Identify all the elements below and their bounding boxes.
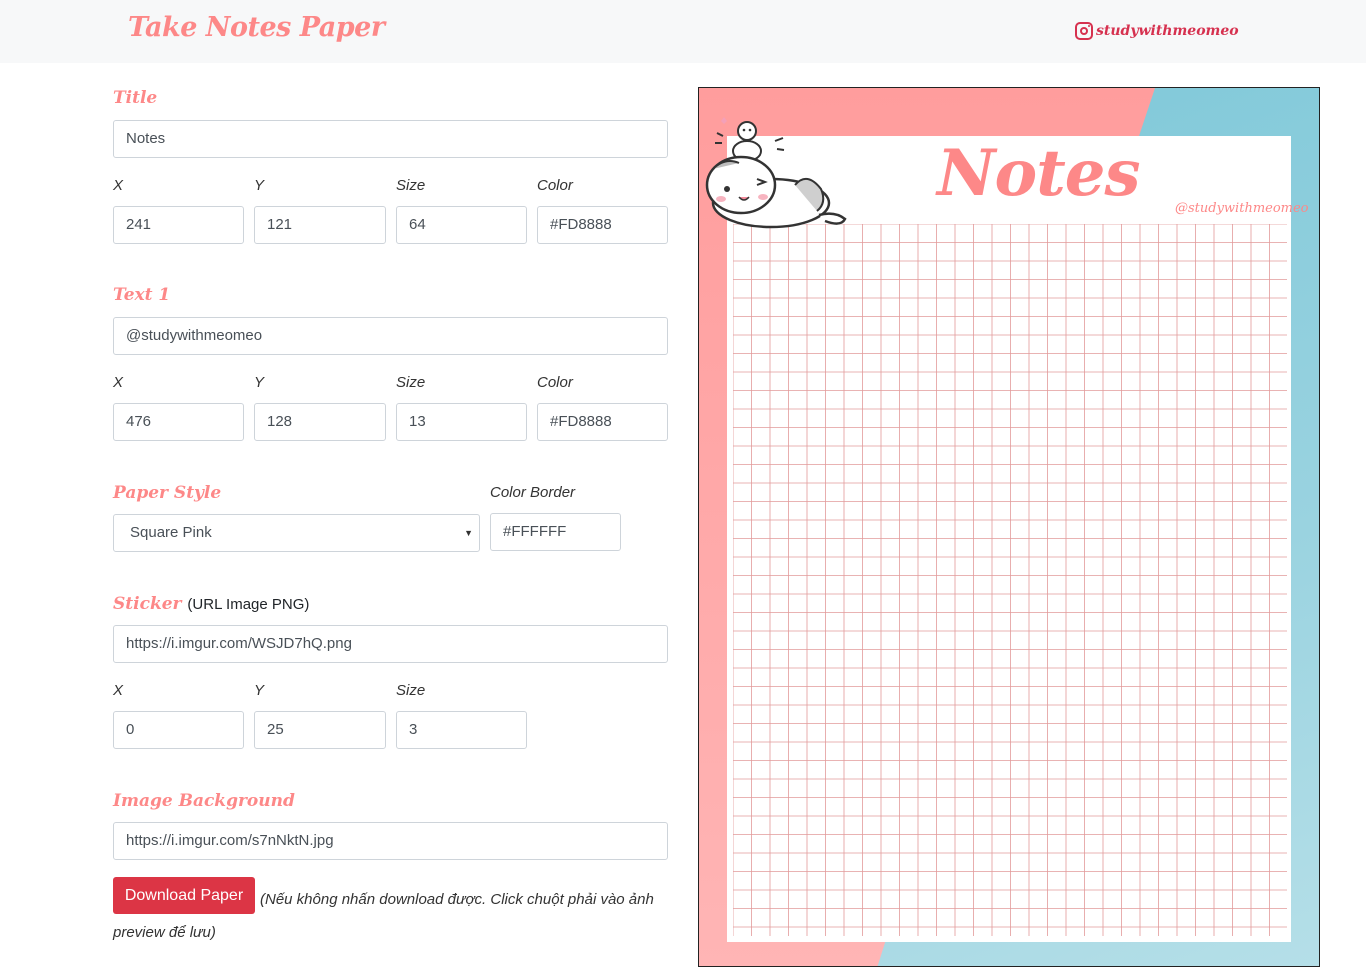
sticker-size-label: Size xyxy=(396,682,426,699)
text1-x-input[interactable]: 476 xyxy=(113,403,244,441)
text1-color-input[interactable]: #FD8888 xyxy=(537,403,668,441)
text1-input[interactable]: @studywithmeomeo xyxy=(113,317,668,355)
paper-style-label: Paper Style xyxy=(113,483,222,503)
paper-style-select[interactable]: Square Pink ▼ xyxy=(113,514,480,552)
title-input[interactable]: Notes xyxy=(113,120,668,158)
image-background-label: Image Background xyxy=(113,791,295,811)
title-color-label: Color xyxy=(537,177,573,194)
instagram-handle: studywithmeomeo xyxy=(1096,23,1239,39)
text1-size-label: Size xyxy=(396,374,426,391)
brand-title[interactable]: Take Notes Paper xyxy=(128,12,385,43)
sticker-x-input[interactable]: 0 xyxy=(113,711,244,749)
cat-sticker xyxy=(705,117,847,229)
square-grid xyxy=(733,224,1287,936)
background-url-input[interactable]: https://i.imgur.com/s7nNktN.jpg xyxy=(113,822,668,860)
sticker-section-label: Sticker (URL Image PNG) xyxy=(113,594,309,614)
text1-section-label: Text 1 xyxy=(113,285,171,305)
top-navbar: Take Notes Paper studywithmeomeo xyxy=(0,0,1366,63)
sticker-x-label: X xyxy=(113,682,124,699)
color-border-input[interactable]: #FFFFFF xyxy=(490,513,621,551)
text1-y-label: Y xyxy=(254,374,265,391)
title-y-label: Y xyxy=(254,177,265,194)
text1-color-label: Color xyxy=(537,374,573,391)
sticker-url-input[interactable]: https://i.imgur.com/WSJD7hQ.png xyxy=(113,625,668,663)
title-color-input[interactable]: #FD8888 xyxy=(537,206,668,244)
text1-size-input[interactable]: 13 xyxy=(396,403,527,441)
sticker-y-input[interactable]: 25 xyxy=(254,711,386,749)
title-x-input[interactable]: 241 xyxy=(113,206,244,244)
instagram-icon xyxy=(1075,22,1093,40)
text1-x-label: X xyxy=(113,374,124,391)
paper-preview[interactable]: Notes @studywithmeomeo xyxy=(698,87,1320,967)
paper-sheet: Notes @studywithmeomeo xyxy=(727,136,1309,942)
title-x-label: X xyxy=(113,177,124,194)
sticker-size-input[interactable]: 3 xyxy=(396,711,527,749)
title-section-label: Title xyxy=(113,88,158,108)
preview-title: Notes xyxy=(937,136,1140,211)
download-paper-button[interactable]: Download Paper xyxy=(113,877,255,914)
sticker-hint: (URL Image PNG) xyxy=(187,596,310,613)
title-size-label: Size xyxy=(396,177,426,194)
title-y-input[interactable]: 121 xyxy=(254,206,386,244)
title-size-input[interactable]: 64 xyxy=(396,206,527,244)
chevron-down-icon: ▼ xyxy=(464,528,473,538)
sticker-label: Sticker xyxy=(113,594,182,614)
instagram-link[interactable]: studywithmeomeo xyxy=(1075,22,1239,40)
color-border-label: Color Border xyxy=(490,484,576,501)
text1-y-input[interactable]: 128 xyxy=(254,403,386,441)
paper-style-selected: Square Pink xyxy=(130,524,212,541)
preview-text1: @studywithmeomeo xyxy=(1175,201,1309,216)
sticker-y-label: Y xyxy=(254,682,265,699)
